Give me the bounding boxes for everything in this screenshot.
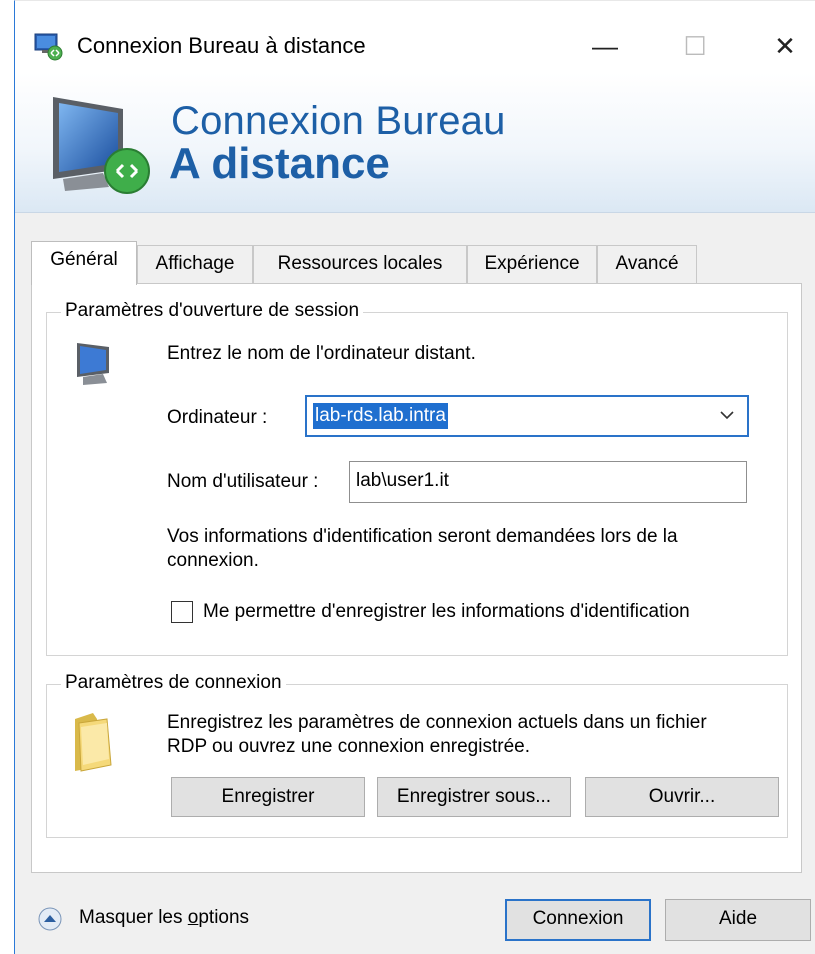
rdp-window: Connexion Bureau à distance — ☐ ✕ Connex…	[14, 0, 815, 954]
computer-combobox[interactable]: lab-rds.lab.intra	[305, 395, 749, 437]
chevron-down-icon[interactable]	[717, 405, 737, 425]
logon-intro-text: Entrez le nom de l'ordinateur distant.	[167, 343, 476, 364]
open-button[interactable]: Ouvrir...	[585, 777, 779, 817]
tab-local-resources[interactable]: Ressources locales	[253, 245, 467, 283]
header-banner: Connexion Bureau A distance	[15, 73, 815, 213]
tab-experience[interactable]: Expérience	[467, 245, 597, 283]
window-title: Connexion Bureau à distance	[77, 33, 366, 58]
connection-group-title: Paramètres de connexion	[61, 672, 286, 694]
username-label: Nom d'utilisateur :	[167, 471, 319, 492]
computer-icon	[77, 343, 109, 385]
tab-advanced[interactable]: Avancé	[597, 245, 697, 283]
remote-desktop-app-icon	[34, 33, 63, 61]
folder-icon	[75, 713, 112, 772]
logon-group-title: Paramètres d'ouverture de session	[61, 300, 364, 322]
computer-value[interactable]: lab-rds.lab.intra	[313, 403, 448, 429]
save-button[interactable]: Enregistrer	[171, 777, 365, 817]
banner-title-line1: Connexion Bureau	[171, 99, 506, 143]
tab-general[interactable]: Général	[31, 241, 137, 285]
logon-settings-group: Paramètres d'ouverture de session Entrez…	[46, 300, 788, 656]
remote-desktop-monitor-icon	[53, 97, 150, 194]
banner-title-line2: A distance	[169, 139, 390, 188]
connect-button[interactable]: Connexion	[505, 899, 651, 941]
close-button[interactable]: ✕	[755, 21, 815, 71]
save-credentials-label[interactable]: Me permettre d'enregistrer les informati…	[203, 601, 690, 623]
tab-display[interactable]: Affichage	[137, 245, 253, 283]
computer-label: Ordinateur :	[167, 407, 268, 428]
username-field[interactable]: lab\user1.it	[349, 461, 747, 503]
minimize-button[interactable]: —	[575, 21, 635, 71]
save-credentials-checkbox[interactable]	[171, 601, 193, 623]
help-button[interactable]: Aide	[665, 899, 811, 941]
credentials-info-text: Vos informations d'identification seront…	[167, 526, 678, 571]
hide-options-link[interactable]: Masquer les options	[79, 907, 249, 929]
maximize-button[interactable]: ☐	[665, 21, 725, 71]
connection-description: Enregistrez les paramètres de connexion …	[167, 712, 707, 757]
general-tab-panel: Paramètres d'ouverture de session Entrez…	[31, 283, 802, 873]
collapse-options-icon[interactable]	[37, 906, 63, 932]
connection-settings-group: Paramètres de connexion Enregistrez les …	[46, 672, 788, 838]
save-as-button[interactable]: Enregistrer sous...	[377, 777, 571, 817]
